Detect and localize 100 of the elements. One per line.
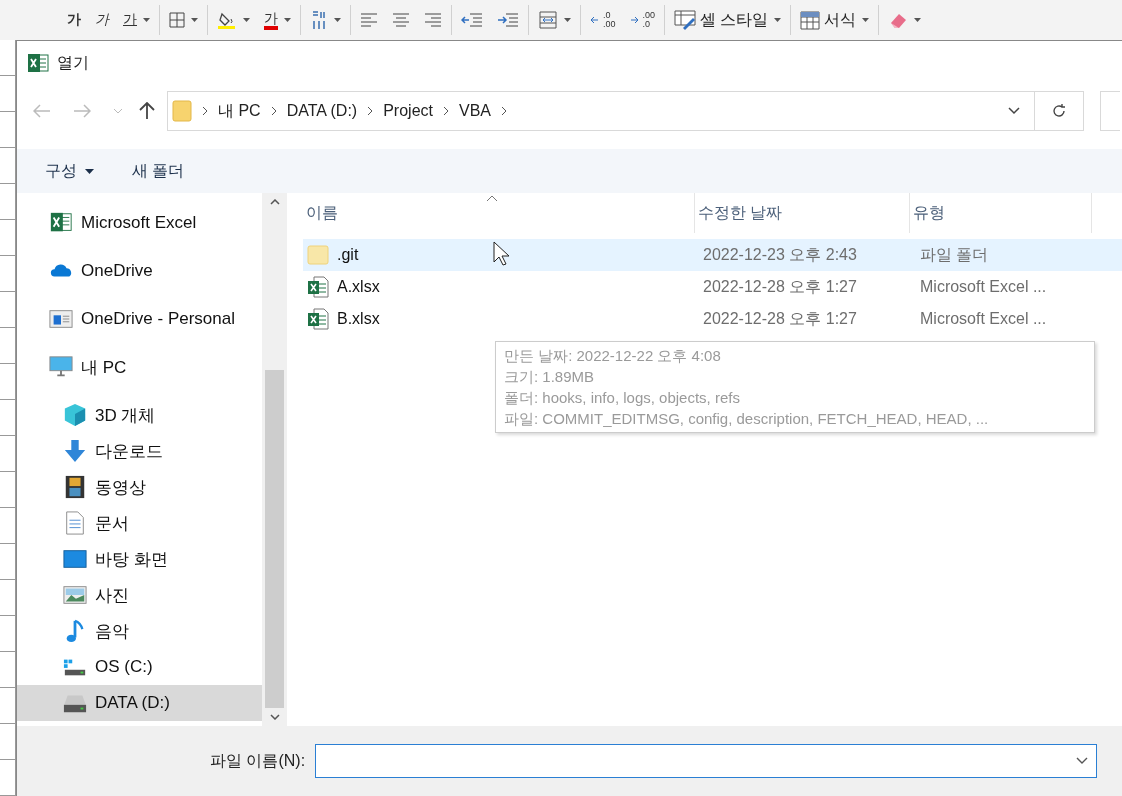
mouse-pointer-icon	[493, 241, 511, 267]
file-type: Microsoft Excel ...	[919, 278, 1048, 296]
organize-button[interactable]: 구성	[41, 156, 98, 186]
paint-bucket-icon	[217, 10, 237, 30]
indent-icon	[497, 12, 519, 28]
excel-file-icon	[307, 308, 329, 330]
file-row[interactable]: B.xlsx 2022-12-28 오후 1:27 Microsoft Excel ...	[303, 303, 1122, 335]
caret-icon	[284, 18, 291, 22]
breadcrumb[interactable]: 내 PC	[218, 100, 261, 122]
picture-icon	[63, 583, 87, 607]
file-row[interactable]: A.xlsx 2022-12-28 오후 1:27 Microsoft Excel ...	[303, 271, 1122, 303]
column-header[interactable]: 이름	[303, 193, 695, 233]
address-bar[interactable]: 내 PC DATA (D:) Project VBA	[167, 91, 1035, 131]
caret-icon	[85, 168, 94, 174]
eraser-icon	[888, 11, 909, 29]
chevron-icon[interactable]	[270, 106, 277, 116]
folder-icon	[172, 100, 192, 122]
text-direction-icon	[310, 9, 328, 31]
caret-icon	[914, 18, 922, 22]
caret-icon	[243, 18, 250, 22]
table-icon	[800, 10, 821, 30]
tooltip-text: 만든 날짜: 2022-12-22 오후 4:08	[504, 346, 722, 366]
chevron-icon[interactable]	[202, 106, 208, 116]
sidebar-item[interactable]: DATA (D:)	[17, 685, 262, 721]
sort-icon	[486, 195, 498, 202]
file-type: 파일 폴더	[919, 244, 990, 265]
sidebar-item[interactable]: 바탕 화면	[17, 541, 262, 577]
sidebar-item[interactable]: 음악	[17, 613, 262, 649]
column-header[interactable]: 유형	[910, 193, 1093, 233]
window-icon	[49, 307, 73, 331]
arrow-icon	[629, 16, 639, 24]
file-name-field[interactable]	[315, 744, 1098, 778]
sidebar-item[interactable]: 다운로드	[17, 433, 262, 469]
excel-icon	[27, 53, 49, 73]
sidebar-item[interactable]: 동영상	[17, 469, 262, 505]
file-row[interactable]: .git 2022-12-23 오후 2:43 파일 폴더	[303, 239, 1122, 271]
format-button[interactable]: 서식	[795, 5, 875, 35]
tooltip-text: 폴더: hooks, info, logs, objects, refs	[504, 388, 741, 408]
align-right-icon	[424, 12, 442, 28]
sidebar-item[interactable]: OneDrive - Personal	[17, 301, 262, 337]
dropdown-icon[interactable]	[1076, 757, 1089, 765]
desktop-icon	[63, 547, 87, 571]
align-left-icon	[360, 12, 378, 28]
scroll-up-icon[interactable]	[269, 199, 280, 205]
fontcolor-button[interactable]: 가	[259, 5, 296, 35]
merge-cells-icon	[538, 11, 558, 29]
caret-icon	[143, 18, 150, 22]
refresh-icon	[1051, 103, 1067, 119]
chevron-icon[interactable]	[501, 106, 507, 116]
italic-button[interactable]: 가	[90, 5, 114, 35]
forward-icon[interactable]	[73, 104, 91, 118]
arrow-icon	[590, 16, 599, 24]
align-center-icon	[392, 12, 410, 28]
tooltip-text: 크기: 1.89MB	[504, 367, 596, 387]
sidebar-item[interactable]: 3D 개체	[17, 397, 262, 433]
caret-icon	[774, 18, 782, 22]
caret-icon	[862, 18, 870, 22]
file-name: .git	[337, 246, 359, 264]
scrollbar[interactable]	[262, 193, 287, 726]
sidebar-item[interactable]: 문서	[17, 505, 262, 541]
chevron-icon[interactable]	[443, 106, 449, 116]
decimal-add-button[interactable]: .0 .00	[585, 5, 621, 35]
recent-locations-icon[interactable]	[113, 108, 123, 114]
document-icon	[63, 511, 87, 535]
sidebar-item[interactable]: 내 PC	[17, 349, 262, 385]
file-name-label: 파일 이름(N):	[210, 750, 306, 771]
date-modified: 2022-12-28 오후 1:27	[702, 276, 858, 297]
date-modified: 2022-12-23 오후 2:43	[702, 244, 858, 265]
cell-style-button[interactable]: 셀 스타일	[669, 5, 787, 35]
file-type: Microsoft Excel ...	[919, 310, 1048, 328]
new-folder-button[interactable]: 새 폴더	[128, 156, 189, 186]
search-field[interactable]	[1100, 91, 1120, 131]
caret-icon	[334, 18, 341, 22]
scroll-down-icon[interactable]	[269, 714, 280, 720]
sidebar-item[interactable]: OS (C:)	[17, 649, 262, 685]
sidebar-item[interactable]: Microsoft Excel	[17, 205, 262, 241]
film-icon	[63, 475, 87, 499]
sidebar-item[interactable]: OneDrive	[17, 253, 262, 289]
underline-button[interactable]: 가	[118, 5, 155, 35]
cube-icon	[63, 403, 87, 427]
column-header[interactable]: 수정한 날짜	[694, 193, 911, 233]
tooltip-text: 파일: COMMIT_EDITMSG, config, description, FETCH_HEAD, HEAD, ...	[504, 409, 990, 429]
breadcrumb[interactable]: DATA (D:)	[286, 102, 358, 120]
outdent-icon	[461, 12, 483, 28]
bold-button[interactable]: 가	[62, 5, 86, 35]
up-icon[interactable]	[139, 102, 155, 120]
borders-icon	[169, 12, 185, 28]
folder-icon	[307, 244, 329, 266]
file-name: A.xlsx	[337, 278, 380, 296]
back-icon[interactable]	[33, 104, 51, 118]
window-title: 열기	[57, 52, 89, 73]
refresh-button[interactable]	[1035, 91, 1084, 131]
dropdown-icon[interactable]	[1008, 107, 1020, 115]
breadcrumb[interactable]: VBA	[459, 102, 491, 120]
file-name: B.xlsx	[337, 310, 380, 328]
decimal-remove-button[interactable]: .00 .0	[624, 5, 661, 35]
sidebar-item[interactable]: 사진	[17, 577, 262, 613]
chevron-icon[interactable]	[367, 106, 374, 116]
caret-icon	[191, 18, 198, 22]
breadcrumb[interactable]: Project	[383, 102, 433, 120]
